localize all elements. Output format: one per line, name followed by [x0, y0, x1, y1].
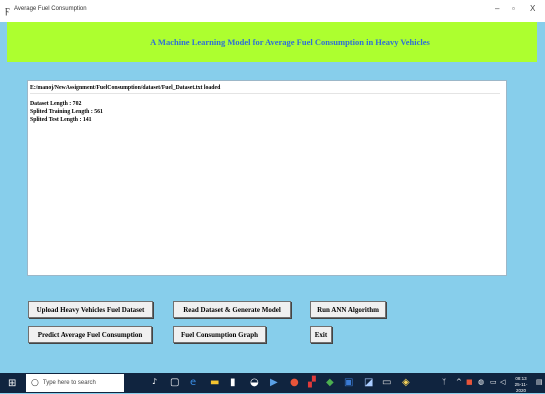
- search-placeholder: Type here to search: [42, 380, 96, 386]
- search-icon: ○: [31, 378, 39, 388]
- edge-browser-icon[interactable]: e: [190, 377, 196, 388]
- minimize-button[interactable]: –: [495, 4, 499, 13]
- run-ann-button[interactable]: Run ANN Algorithm: [310, 301, 386, 318]
- dataset-path-line: E:/manoj/NewAssignment/FuelConsumption/d…: [30, 85, 221, 91]
- app-icon-5[interactable]: ◪: [364, 377, 373, 388]
- system-clock[interactable]: 08:13 25-11-2020: [510, 376, 532, 394]
- app-feather-icon: ϝ: [5, 5, 10, 16]
- training-length-line: Splited Training Length : 561: [30, 109, 103, 115]
- app-icon-3[interactable]: ▞: [308, 377, 316, 388]
- clock-date: 25-11-2020: [514, 382, 528, 393]
- chevron-up-icon[interactable]: ^: [456, 378, 462, 386]
- upload-dataset-button[interactable]: Upload Heavy Vehicles Fuel Dataset: [28, 301, 153, 318]
- notifications-icon[interactable]: ▤: [536, 378, 543, 386]
- dataset-length-line: Dataset Length : 702: [30, 101, 82, 107]
- app-icon-1[interactable]: ◒: [250, 377, 259, 388]
- header-banner: A Machine Learning Model for Average Fue…: [7, 22, 537, 62]
- app-icon-6[interactable]: ▭: [382, 377, 391, 388]
- app-icon-2[interactable]: ▶: [270, 377, 278, 388]
- store-icon[interactable]: ▮: [230, 377, 236, 388]
- page-title: A Machine Learning Model for Average Fue…: [150, 37, 430, 47]
- people-icon[interactable]: ᛉ: [442, 378, 446, 386]
- chrome-icon[interactable]: ●: [290, 377, 299, 388]
- python-icon[interactable]: ◈: [402, 377, 410, 388]
- divider: [30, 93, 500, 94]
- title-bar: ϝ Average Fuel Consumption – ▫ X: [0, 0, 545, 22]
- test-length-line: Splited Test Length : 141: [30, 117, 92, 123]
- task-view-icon[interactable]: ▢: [170, 377, 179, 388]
- windows-start-icon[interactable]: ⊞: [8, 378, 16, 389]
- microphone-icon[interactable]: ♪: [152, 377, 157, 386]
- close-button[interactable]: X: [530, 4, 535, 13]
- network-icon[interactable]: ◍: [478, 378, 484, 386]
- window-title: Average Fuel Consumption: [14, 6, 87, 12]
- exit-button[interactable]: Exit: [310, 326, 332, 343]
- word-icon[interactable]: ▣: [344, 377, 353, 388]
- app-tray-icon[interactable]: ■: [466, 378, 473, 386]
- volume-icon[interactable]: ◁: [500, 378, 505, 386]
- taskbar: ⊞ ○ Type here to search ♪ ▢ e ▬ ▮ ◒ ▶ ● …: [0, 373, 545, 393]
- predict-fuel-button[interactable]: Predict Average Fuel Consumption: [28, 326, 152, 343]
- file-explorer-icon[interactable]: ▬: [210, 377, 219, 388]
- output-text-area[interactable]: E:/manoj/NewAssignment/FuelConsumption/d…: [27, 80, 507, 276]
- read-dataset-button[interactable]: Read Dataset & Generate Model: [173, 301, 291, 318]
- taskbar-search-box[interactable]: ○ Type here to search: [26, 374, 124, 392]
- battery-icon[interactable]: ▭: [490, 378, 497, 386]
- maximize-button[interactable]: ▫: [512, 4, 515, 13]
- fuel-graph-button[interactable]: Fuel Consumption Graph: [173, 326, 266, 343]
- app-icon-4[interactable]: ◆: [326, 377, 334, 388]
